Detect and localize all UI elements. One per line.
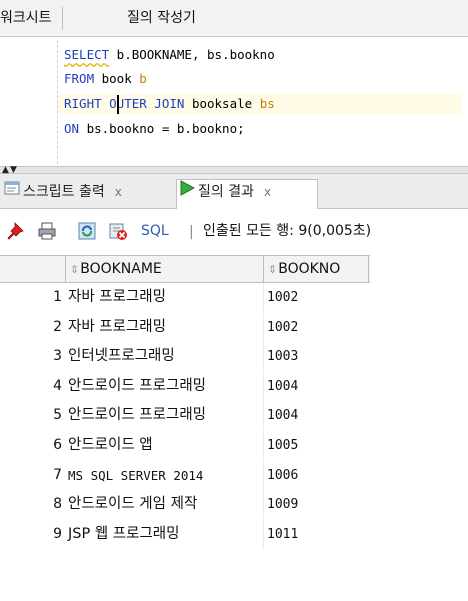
tab-query-result[interactable]: 질의 결과 x <box>176 179 318 209</box>
table-alias: b <box>139 71 147 86</box>
code-line-2[interactable]: FROM book b <box>64 69 147 89</box>
cell-bookno[interactable]: 1006 <box>264 461 369 490</box>
pane-splitter[interactable]: ▲ ▼ <box>0 166 468 175</box>
table-row[interactable]: 9 JSP 웹 프로그래밍 1011 <box>0 519 370 550</box>
cell-bookno[interactable]: 1003 <box>264 342 369 371</box>
cell-bookname[interactable]: 안드로이드 앱 <box>66 430 264 460</box>
keyword-right-outer-join: RIGHT OUTER JOIN <box>64 96 185 111</box>
print-icon[interactable] <box>37 221 57 241</box>
code-line-4[interactable]: ON bs.bookno = b.bookno; <box>64 119 245 139</box>
cell-bookname[interactable]: 안드로이드 프로그래밍 <box>66 371 264 401</box>
cell-bookno[interactable]: 1011 <box>264 520 369 549</box>
close-icon[interactable]: x <box>264 185 271 199</box>
row-number: 3 <box>53 348 62 365</box>
fetch-status-text: 인출된 모든 행: 9(0,005초) <box>203 223 372 239</box>
code-line-1[interactable]: SELECT b.BOOKNAME, bs.bookno <box>64 45 275 65</box>
column-header-bookname[interactable]: ⇕BOOKNAME <box>66 256 264 283</box>
row-number: 2 <box>53 318 62 335</box>
tab-worksheet[interactable]: 워크시트 <box>0 7 63 30</box>
table-row[interactable]: 6 안드로이드 앱 1005 <box>0 430 370 461</box>
row-number-header <box>0 256 66 283</box>
keyword-on: ON <box>64 121 80 136</box>
column-header-bookno[interactable]: ⇕BOOKNO <box>264 256 369 283</box>
editor-tab-strip: 워크시트 질의 작성기 <box>0 0 468 37</box>
cell-bookname[interactable]: 인터넷프로그래밍 <box>66 342 264 372</box>
column-header-label: BOOKNAME <box>80 261 162 277</box>
cancel-icon[interactable] <box>108 221 128 241</box>
code-text: bs.bookno = b.bookno; <box>79 121 245 136</box>
table-row[interactable]: 5 안드로이드 프로그래밍 1004 <box>0 401 370 431</box>
result-tab-strip: 스크립트 출력 x 질의 결과 x <box>0 174 468 209</box>
cell-bookname[interactable]: JSP 웹 프로그래밍 <box>66 519 264 549</box>
cell-bookno[interactable]: 1005 <box>264 431 369 460</box>
sort-icon: ⇕ <box>70 263 80 276</box>
pin-icon[interactable] <box>6 221 26 241</box>
refresh-icon[interactable] <box>77 221 97 241</box>
script-output-icon <box>4 180 20 204</box>
cell-bookno[interactable]: 1002 <box>264 313 369 342</box>
code-text: b.BOOKNAME, bs.bookno <box>109 47 275 62</box>
row-number: 5 <box>53 407 62 424</box>
close-icon[interactable]: x <box>115 185 122 199</box>
tab-query-builder[interactable]: 질의 작성기 <box>127 7 196 30</box>
run-result-icon <box>179 180 196 204</box>
table-row[interactable]: 1 자바 프로그래밍 1002 <box>0 283 370 313</box>
cell-bookname[interactable]: 자바 프로그래밍 <box>66 283 264 312</box>
row-number: 7 <box>53 466 62 483</box>
code-text: booksale <box>184 96 260 111</box>
cell-bookname[interactable]: MS SQL SERVER 2014 <box>66 460 264 490</box>
row-number: 1 <box>53 289 62 305</box>
table-row[interactable]: 4 안드로이드 프로그래밍 1004 <box>0 371 370 402</box>
row-number: 6 <box>53 436 62 453</box>
result-toolbar: SQL | 인출된 모든 행: 9(0,005초) <box>0 210 468 250</box>
row-number: 4 <box>53 377 62 394</box>
cell-bookname[interactable]: 자바 프로그래밍 <box>66 312 264 342</box>
table-row[interactable]: 3 인터넷프로그래밍 1003 <box>0 342 370 372</box>
tab-query-result-label: 질의 결과 <box>198 184 254 200</box>
cell-bookno[interactable]: 1004 <box>264 401 369 430</box>
cell-bookno[interactable]: 1002 <box>264 283 369 312</box>
cell-bookno[interactable]: 1009 <box>264 490 369 519</box>
row-number: 9 <box>53 525 62 542</box>
table-row[interactable]: 2 자바 프로그래밍 1002 <box>0 312 370 343</box>
table-alias: bs <box>259 96 275 111</box>
cell-bookno[interactable]: 1004 <box>264 372 369 401</box>
tab-script-output-label: 스크립트 출력 <box>23 184 105 200</box>
sort-icon: ⇕ <box>268 263 278 276</box>
text-caret <box>117 95 119 114</box>
table-row[interactable]: 8 안드로이드 게임 제작 1009 <box>0 490 370 520</box>
sql-editor[interactable]: SELECT b.BOOKNAME, bs.bookno FROM book b… <box>0 38 468 166</box>
sql-link[interactable]: SQL <box>141 222 169 240</box>
keyword-from: FROM <box>64 71 95 86</box>
row-number: 8 <box>53 496 62 513</box>
grid-header-row: ⇕BOOKNAME ⇕BOOKNO <box>0 255 370 283</box>
keyword-select: SELECT <box>64 47 110 62</box>
column-header-label: BOOKNO <box>278 261 341 277</box>
table-row[interactable]: 7 MS SQL SERVER 2014 1006 <box>0 460 370 491</box>
sql-developer-window: 워크시트 질의 작성기 SELECT b.BOOKNAME, bs.bookno… <box>0 0 468 601</box>
cell-bookname[interactable]: 안드로이드 프로그래밍 <box>66 401 264 431</box>
cell-bookname[interactable]: 안드로이드 게임 제작 <box>66 490 264 520</box>
code-text: book <box>94 71 140 86</box>
tab-script-output[interactable]: 스크립트 출력 x <box>2 180 174 204</box>
toolbar-separator: | <box>189 224 194 240</box>
result-grid[interactable]: ⇕BOOKNAME ⇕BOOKNO 1 자바 프로그래밍 1002 2 자바 프… <box>0 255 370 549</box>
